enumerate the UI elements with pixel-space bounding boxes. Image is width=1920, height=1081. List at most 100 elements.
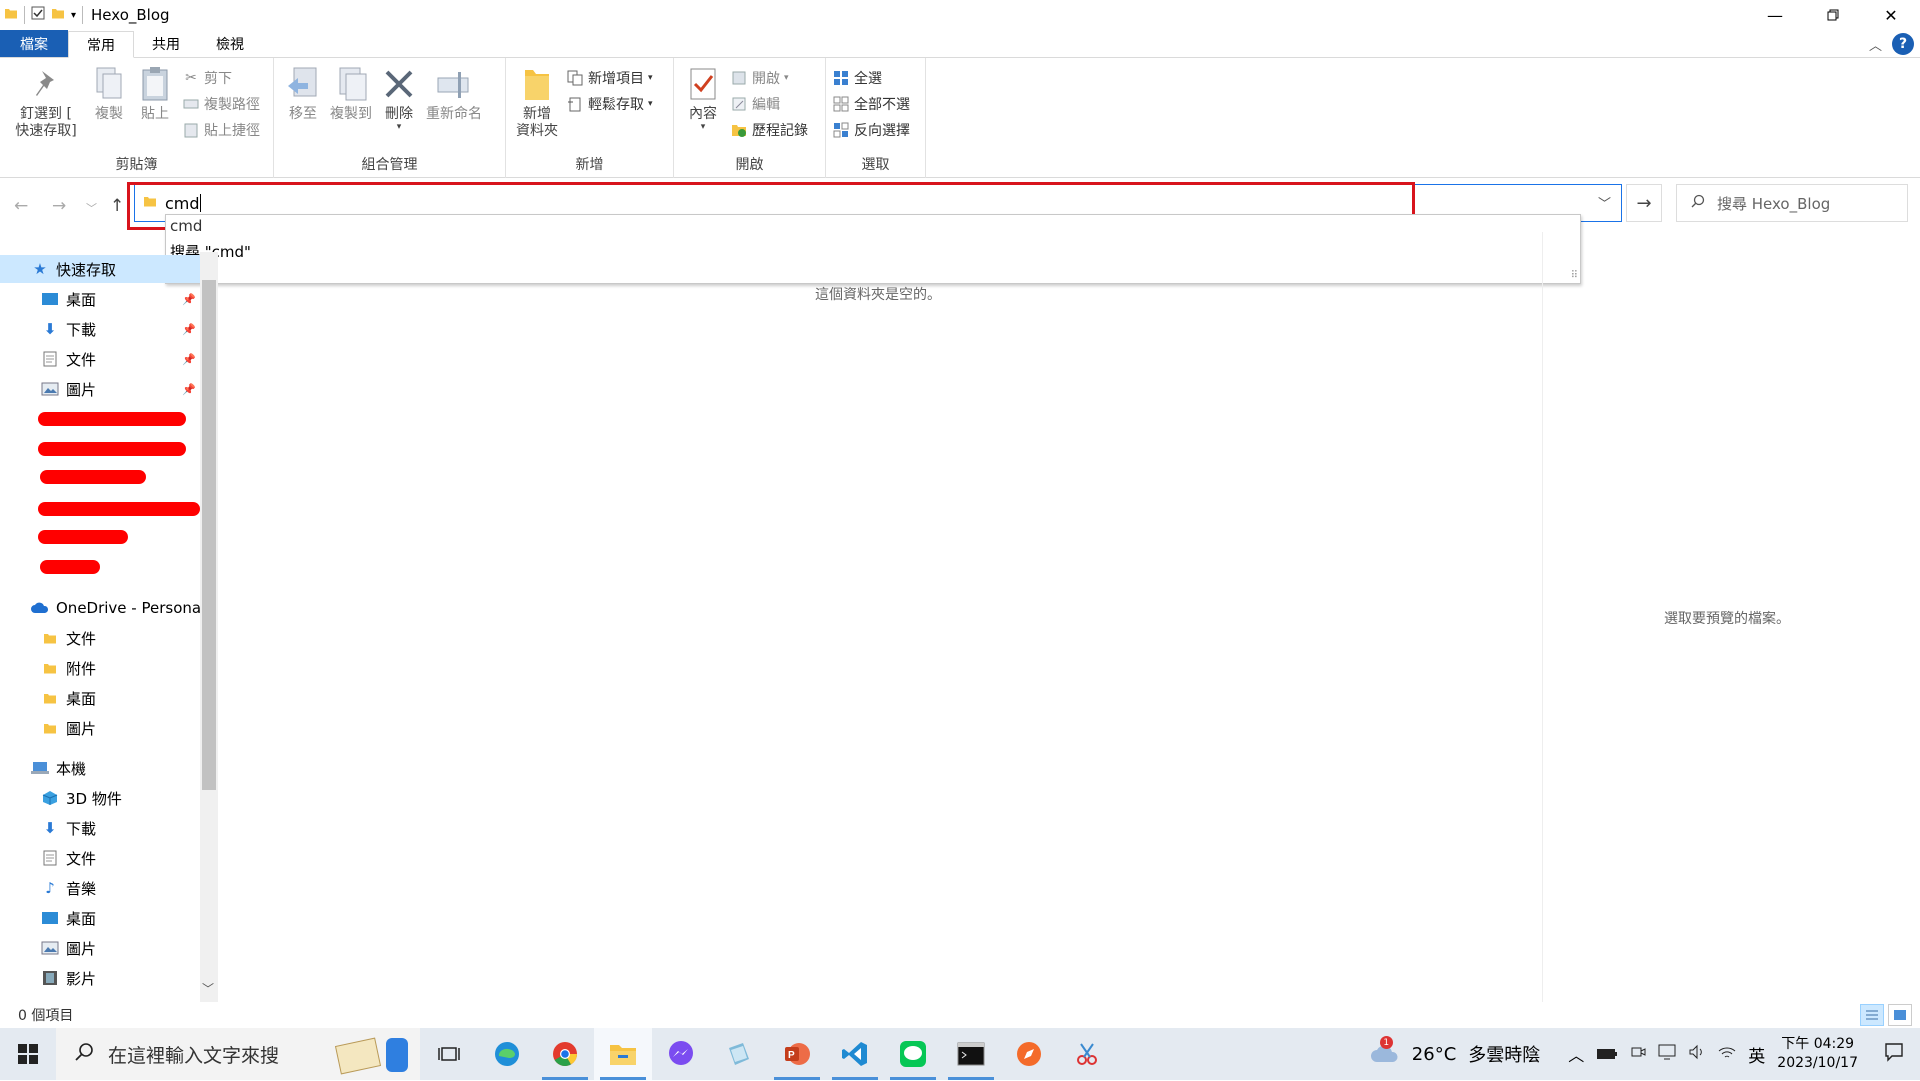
sidebar-item-label: 本機: [56, 759, 87, 778]
pin-icon[interactable]: 📌: [182, 323, 196, 336]
folder-icon: [40, 689, 60, 707]
restore-icon[interactable]: [1804, 0, 1862, 30]
sidebar-item-pc-desktop[interactable]: 桌面: [40, 906, 96, 930]
display-icon[interactable]: [1658, 1044, 1676, 1064]
battery-icon[interactable]: [1596, 1045, 1618, 1064]
forward-arrow-icon[interactable]: →: [52, 196, 66, 216]
sidebar-item-pc-downloads[interactable]: ⬇ 下載: [40, 816, 96, 840]
pin-icon[interactable]: 📌: [182, 353, 196, 366]
sidebar-item-desktop[interactable]: 桌面: [40, 287, 96, 311]
weather-temperature[interactable]: 26°C: [1412, 1044, 1456, 1065]
details-view-icon[interactable]: [1860, 1004, 1884, 1026]
clipboard-icon: [136, 64, 174, 104]
speaker-icon[interactable]: [1688, 1044, 1706, 1064]
ribbon-right-controls: ︿ ?: [1869, 33, 1914, 55]
preview-pane-divider[interactable]: [1542, 232, 1543, 1002]
notification-center-icon[interactable]: [1884, 1042, 1904, 1066]
collapse-ribbon-chevron-up-icon[interactable]: ︿: [1869, 35, 1882, 54]
show-hidden-icons-chevron-up-icon[interactable]: ︿: [1568, 1042, 1584, 1066]
sidebar-item-onedrive-documents[interactable]: 文件: [40, 626, 96, 650]
sidebar-item-onedrive-pictures[interactable]: 圖片: [40, 716, 96, 740]
autocomplete-item[interactable]: cmd: [170, 217, 202, 235]
notes-app-icon[interactable]: [710, 1028, 768, 1080]
select-none-button[interactable]: 全部不選: [832, 94, 910, 114]
task-view-icon[interactable]: [420, 1028, 478, 1080]
compass-app-icon[interactable]: [1000, 1028, 1058, 1080]
recent-locations-chevron-icon[interactable]: ﹀: [86, 200, 97, 216]
help-icon[interactable]: ?: [1892, 33, 1914, 55]
messenger-icon[interactable]: [652, 1028, 710, 1080]
sidebar-item-this-pc[interactable]: 本機: [30, 756, 86, 780]
wifi-icon[interactable]: [1718, 1045, 1736, 1064]
command-prompt-icon[interactable]: [942, 1028, 1000, 1080]
download-arrow-icon: ⬇: [43, 819, 57, 837]
sidebar-item-onedrive[interactable]: OneDrive - Personal: [30, 596, 205, 620]
weather-description[interactable]: 多雲時陰: [1468, 1041, 1540, 1067]
powerpoint-icon[interactable]: P: [768, 1028, 826, 1080]
minimize-icon[interactable]: —: [1746, 0, 1804, 30]
select-all-button[interactable]: 全選: [832, 68, 910, 88]
up-arrow-icon[interactable]: ↑: [110, 196, 124, 216]
address-history-chevron-down-icon[interactable]: ﹀: [1598, 193, 1611, 212]
sidebar-item-pc-pictures[interactable]: 圖片: [40, 936, 96, 960]
tab-view[interactable]: 檢視: [198, 30, 262, 57]
properties-checkbox-icon[interactable]: [31, 6, 45, 24]
input-method-indicator[interactable]: 英: [1748, 1042, 1765, 1067]
resize-grip-icon[interactable]: ⠿: [1571, 270, 1578, 281]
chrome-browser-icon[interactable]: [536, 1028, 594, 1080]
paste-shortcut-button[interactable]: 貼上捷徑: [182, 120, 260, 140]
file-explorer-icon[interactable]: [594, 1028, 652, 1080]
svg-text:P: P: [788, 1050, 795, 1061]
weather-cloud-icon[interactable]: 1: [1370, 1036, 1400, 1068]
large-icons-view-icon[interactable]: [1888, 1004, 1912, 1026]
edge-browser-icon[interactable]: [478, 1028, 536, 1080]
invert-selection-button[interactable]: 反向選擇: [832, 120, 910, 140]
edit-button[interactable]: 編輯: [730, 94, 808, 114]
cut-button[interactable]: ✂ 剪下: [182, 68, 260, 88]
new-item-button[interactable]: 新增項目 ▾: [566, 68, 653, 88]
easy-access-label: 輕鬆存取: [588, 97, 644, 113]
sidebar-item-pictures[interactable]: 圖片: [40, 377, 96, 401]
open-button[interactable]: 開啟 ▾: [730, 68, 808, 88]
pin-icon[interactable]: 📌: [182, 293, 196, 306]
snipping-tool-icon[interactable]: [1058, 1028, 1116, 1080]
back-arrow-icon[interactable]: ←: [14, 196, 28, 216]
sidebar-scroll-thumb[interactable]: [202, 280, 216, 790]
customize-toolbar-chevron-icon[interactable]: ▾: [71, 10, 76, 21]
sidebar-item-label: 下載: [66, 320, 97, 339]
cube-3d-icon: [40, 789, 60, 807]
edit-label: 編輯: [752, 97, 780, 113]
pin-icon[interactable]: 📌: [182, 383, 196, 396]
sidebar-item-music[interactable]: ♪ 音樂: [40, 876, 96, 900]
close-icon[interactable]: ✕: [1862, 0, 1920, 30]
sidebar-item-downloads[interactable]: ⬇ 下載: [40, 317, 96, 341]
sidebar-item-pc-documents[interactable]: 文件: [40, 846, 96, 870]
clock[interactable]: 下午 04:29 2023/10/17: [1777, 1035, 1858, 1073]
go-arrow-button[interactable]: →: [1626, 184, 1662, 222]
tab-home[interactable]: 常用: [68, 31, 134, 58]
taskbar-search-input[interactable]: 在這裡輸入文字來搜: [56, 1028, 420, 1080]
properties-label: 內容: [689, 106, 717, 122]
sidebar-item-documents[interactable]: 文件: [40, 347, 96, 371]
copy-path-button[interactable]: 複製路徑: [182, 94, 260, 114]
new-folder-quick-icon[interactable]: [51, 6, 65, 24]
easy-access-button[interactable]: 輕鬆存取 ▾: [566, 94, 653, 114]
line-app-icon[interactable]: [884, 1028, 942, 1080]
meet-now-icon[interactable]: [1630, 1044, 1646, 1064]
sidebar-item-onedrive-desktop[interactable]: 桌面: [40, 686, 96, 710]
weather-alert-badge: 1: [1379, 1036, 1393, 1049]
copy-label: 複製: [95, 106, 123, 122]
group-label-organize: 組合管理: [361, 157, 418, 173]
history-button[interactable]: 歷程記錄: [730, 120, 808, 140]
sidebar-item-videos[interactable]: 影片: [40, 966, 96, 990]
sidebar-item-onedrive-attachments[interactable]: 附件: [40, 656, 96, 680]
tab-file[interactable]: 檔案: [0, 30, 68, 57]
windows-start-icon[interactable]: [0, 1028, 56, 1080]
tab-share[interactable]: 共用: [134, 30, 198, 57]
scroll-down-chevron-icon[interactable]: ﹀: [202, 980, 214, 997]
sidebar-item-3d-objects[interactable]: 3D 物件: [40, 786, 122, 810]
picture-icon: [40, 380, 60, 398]
sidebar-item-quick-access[interactable]: ★ 快速存取: [30, 257, 116, 281]
search-input[interactable]: 搜尋 Hexo_Blog: [1676, 184, 1908, 222]
vscode-icon[interactable]: [826, 1028, 884, 1080]
